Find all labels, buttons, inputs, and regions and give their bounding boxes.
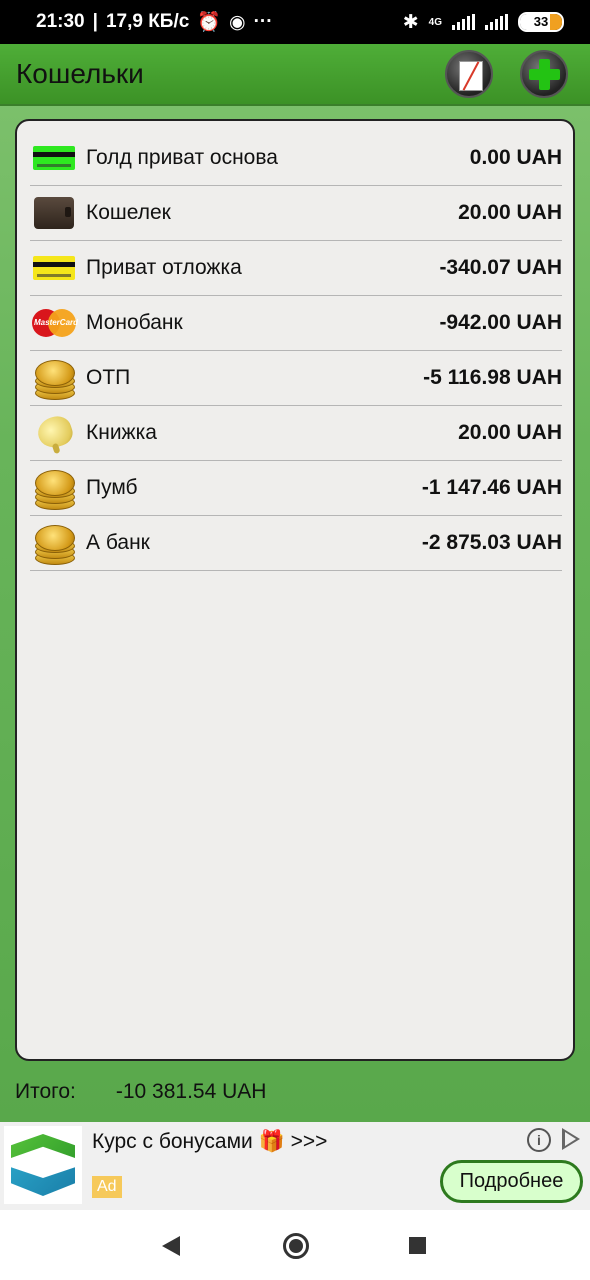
- coins-icon: [32, 468, 76, 510]
- wallet-row[interactable]: Кошелек 20.00 UAH: [30, 186, 562, 241]
- yellow-card-icon: [32, 248, 76, 288]
- back-icon[interactable]: [162, 1236, 180, 1256]
- wallet-row[interactable]: А банк -2 875.03 UAH: [30, 516, 562, 571]
- status-time: 21:30: [36, 11, 85, 32]
- edit-button[interactable]: [445, 50, 493, 98]
- wallet-name: Книжка: [86, 421, 157, 444]
- wallet-amount: -1 147.46 UAH: [421, 476, 562, 499]
- notepad-edit-icon: [459, 61, 483, 91]
- wallet-list-panel: Голд приват основа 0.00 UAH Кошелек 20.0…: [15, 119, 575, 1061]
- media-icon: ◉: [228, 11, 246, 33]
- wallet-amount: 20.00 UAH: [458, 201, 562, 224]
- network-type: 4G: [428, 16, 442, 28]
- wallet-name: Монобанк: [86, 311, 183, 334]
- mastercard-icon: MasterCard: [32, 303, 78, 343]
- bluetooth-icon: ✱: [402, 11, 419, 33]
- info-icon[interactable]: i: [527, 1128, 551, 1152]
- status-bar: 21:30 | 17,9 КБ/с ⏰ ◉ ··· ✱ 4G 33: [0, 0, 590, 44]
- coins-icon: [32, 358, 76, 400]
- wallet-row[interactable]: Книжка 20.00 UAH: [30, 406, 562, 461]
- wallet-icon: [32, 193, 76, 233]
- home-icon[interactable]: [283, 1233, 309, 1259]
- piggy-bank-icon: [32, 412, 76, 453]
- battery-icon: 33: [518, 12, 564, 32]
- wallet-amount: -5 116.98 UAH: [423, 366, 562, 389]
- wallet-row[interactable]: Пумб -1 147.46 UAH: [30, 461, 562, 516]
- wallet-amount: -2 875.03 UAH: [421, 531, 562, 554]
- more-icon: ···: [253, 11, 273, 32]
- signal-icon: [485, 14, 508, 30]
- total-value: -10 381.54 UAH: [115, 1080, 267, 1103]
- wallet-name: Голд приват основа: [86, 146, 278, 169]
- page-title: Кошельки: [16, 58, 144, 89]
- signal-icon: [452, 14, 475, 30]
- ad-banner[interactable]: Курс с бонусами 🎁 >>> Ad i Подробнее: [0, 1122, 590, 1210]
- battery-level: 33: [533, 14, 549, 29]
- wallet-amount: -942.00 UAH: [439, 311, 562, 334]
- ad-title: Курс с бонусами 🎁 >>>: [92, 1130, 328, 1153]
- wallet-name: Кошелек: [86, 201, 171, 224]
- wallet-list: Голд приват основа 0.00 UAH Кошелек 20.0…: [30, 131, 562, 571]
- wallet-row[interactable]: ОТП -5 116.98 UAH: [30, 351, 562, 406]
- wallet-amount: -340.07 UAH: [439, 256, 562, 279]
- recent-apps-icon[interactable]: [409, 1237, 426, 1254]
- wallet-amount: 0.00 UAH: [469, 146, 562, 169]
- ad-choices-icon[interactable]: [562, 1128, 580, 1150]
- wallet-name: Приват отложка: [86, 256, 242, 279]
- green-card-icon: [32, 138, 76, 178]
- wallet-row[interactable]: MasterCard Монобанк -942.00 UAH: [30, 296, 562, 351]
- app-screen: Кошельки Голд приват основа 0.00 UAH Кош…: [0, 44, 590, 1122]
- alarm-icon: ⏰: [197, 12, 221, 33]
- coins-icon: [32, 523, 76, 565]
- ad-logo-icon: [4, 1126, 82, 1204]
- toolbar: Кошельки: [0, 44, 590, 106]
- ad-badge: Ad: [92, 1176, 122, 1198]
- total-summary: Итого: -10 381.54 UAH: [15, 1080, 266, 1104]
- ad-details-button[interactable]: Подробнее: [440, 1160, 583, 1203]
- wallet-name: ОТП: [86, 366, 131, 389]
- wallet-amount: 20.00 UAH: [458, 421, 562, 444]
- system-nav-bar: [0, 1210, 590, 1280]
- total-label: Итого:: [15, 1080, 76, 1103]
- wallet-row[interactable]: Голд приват основа 0.00 UAH: [30, 131, 562, 186]
- add-wallet-button[interactable]: [520, 50, 568, 98]
- wallet-name: Пумб: [86, 476, 138, 499]
- wallet-name: А банк: [86, 531, 150, 554]
- wallet-row[interactable]: Приват отложка -340.07 UAH: [30, 241, 562, 296]
- status-speed: 17,9 КБ/с: [105, 11, 190, 32]
